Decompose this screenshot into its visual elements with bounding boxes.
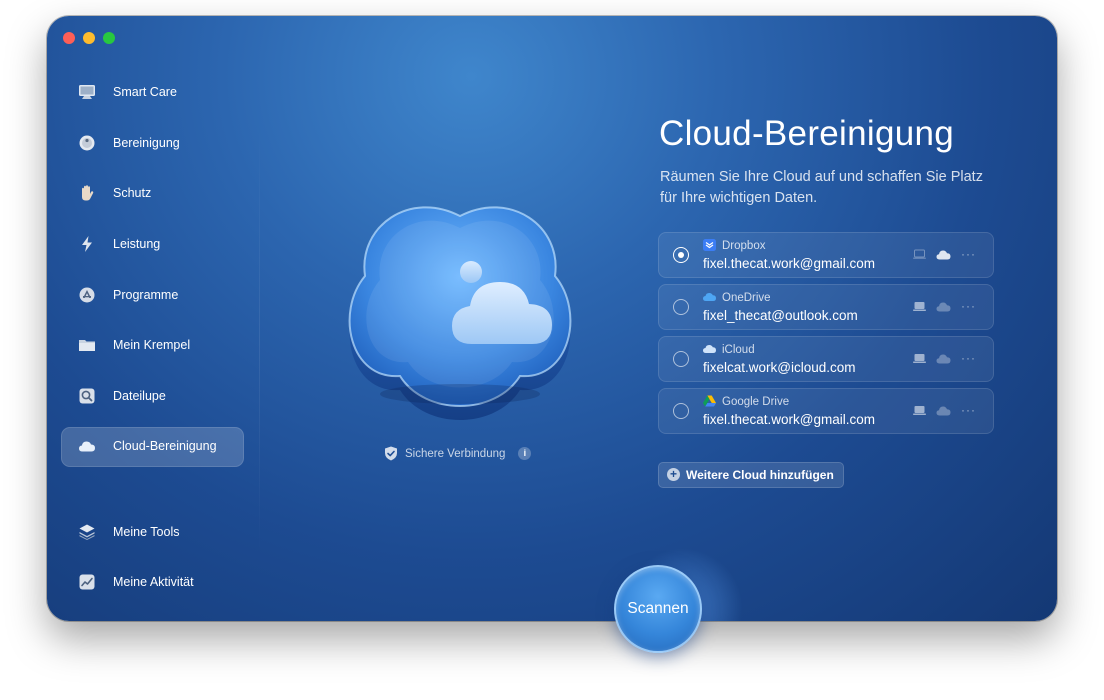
cloud-cleanup-illustration [348, 206, 572, 420]
more-options-icon[interactable]: ··· [961, 352, 976, 364]
dropbox-icon [703, 239, 716, 251]
account-row-dropbox[interactable]: Dropbox fixel.thecat.work@gmail.com ··· [658, 232, 994, 278]
account-row-google-drive[interactable]: Google Drive fixel.thecat.work@gmail.com… [658, 388, 994, 434]
cloud-storage-icon[interactable] [936, 353, 951, 364]
sidebar-item-label: Leistung [113, 237, 161, 251]
cloud-storage-icon[interactable] [936, 301, 951, 312]
account-email: fixelcat.work@icloud.com [703, 360, 856, 375]
cloud-storage-icon[interactable] [936, 405, 951, 416]
google-drive-icon [703, 395, 716, 407]
sidebar-item-smart-care[interactable]: Smart Care [61, 73, 244, 113]
account-row-icloud[interactable]: iCloud fixelcat.work@icloud.com ··· [658, 336, 994, 382]
account-radio[interactable] [673, 299, 689, 315]
disk-icon [79, 135, 95, 151]
service-name: iCloud [722, 344, 755, 356]
account-email: fixel.thecat.work@gmail.com [703, 256, 876, 271]
row-actions: ··· [913, 352, 976, 364]
onedrive-icon [703, 293, 716, 301]
scan-button[interactable]: Scannen [614, 565, 702, 653]
layers-icon [79, 524, 95, 540]
lightning-icon [82, 236, 92, 252]
service-name: Google Drive [722, 396, 790, 408]
sidebar-item-cloud-bereinigung[interactable]: Cloud-Bereinigung [61, 427, 244, 467]
add-cloud-label: Weitere Cloud hinzufügen [686, 468, 834, 482]
more-options-icon[interactable]: ··· [961, 300, 976, 312]
account-email: fixel.thecat.work@gmail.com [703, 412, 876, 427]
shield-check-icon [385, 446, 397, 461]
local-storage-icon[interactable] [913, 300, 926, 312]
sidebar-item-bereinigung[interactable]: Bereinigung [61, 124, 244, 164]
sidebar-item-label: Bereinigung [113, 136, 180, 150]
row-actions: ··· [913, 300, 976, 312]
icloud-icon [703, 345, 716, 353]
info-icon[interactable]: i [518, 447, 532, 460]
local-storage-icon[interactable] [913, 352, 926, 364]
account-radio[interactable] [673, 351, 689, 367]
sidebar-item-label: Dateilupe [113, 389, 166, 403]
sidebar-item-leistung[interactable]: Leistung [61, 225, 244, 265]
sidebar-item-dateilupe[interactable]: Dateilupe [61, 377, 244, 417]
sidebar-item-schutz[interactable]: Schutz [61, 174, 244, 214]
more-options-icon[interactable]: ··· [961, 248, 976, 260]
local-storage-icon[interactable] [913, 404, 926, 416]
row-actions: ··· [913, 404, 976, 416]
monitor-icon [79, 85, 95, 99]
sidebar-item-label: Programme [113, 288, 179, 302]
sidebar-item-label: Cloud-Bereinigung [113, 439, 217, 453]
account-email: fixel_thecat@outlook.com [703, 308, 858, 323]
add-cloud-button[interactable]: + Weitere Cloud hinzufügen [658, 462, 844, 488]
sidebar-item-meine-tools[interactable]: Meine Tools [61, 513, 244, 553]
sidebar-item-label: Smart Care [113, 85, 177, 99]
service-name: OneDrive [722, 292, 771, 304]
sidebar-item-label: Meine Aktivität [113, 575, 194, 589]
row-actions: ··· [913, 248, 976, 260]
more-options-icon[interactable]: ··· [961, 404, 976, 416]
apps-icon [79, 287, 95, 303]
activity-chart-icon [79, 574, 95, 590]
sidebar-item-label: Schutz [113, 186, 152, 200]
sidebar-item-meine-aktivitaet[interactable]: Meine Aktivität [61, 563, 244, 603]
account-radio[interactable] [673, 403, 689, 419]
sidebar-item-label: Meine Tools [113, 525, 180, 539]
sidebar-item-label: Mein Krempel [113, 338, 191, 352]
account-row-onedrive[interactable]: OneDrive fixel_thecat@outlook.com ··· [658, 284, 994, 330]
sidebar-item-mein-krempel[interactable]: Mein Krempel [61, 326, 244, 366]
magnifier-icon [79, 388, 95, 404]
secure-connection: Sichere Verbindung i [384, 446, 532, 461]
page-title: Cloud-Bereinigung [659, 114, 955, 153]
account-radio[interactable] [673, 247, 689, 263]
page-subtitle: Räumen Sie Ihre Cloud auf und schaffen S… [660, 169, 983, 206]
sidebar: Smart Care Bereinigung Schutz Leistung P… [47, 16, 259, 621]
plus-icon: + [667, 468, 680, 481]
folder-icon [79, 340, 95, 351]
cloud-icon [79, 441, 95, 452]
sidebar-item-programme[interactable]: Programme [61, 276, 244, 316]
app-window: Smart Care Bereinigung Schutz Leistung P… [47, 16, 1057, 621]
secure-connection-label: Sichere Verbindung [405, 447, 506, 460]
cloud-storage-icon[interactable] [936, 249, 951, 260]
service-name: Dropbox [722, 240, 766, 252]
sidebar-divider [259, 126, 260, 556]
hand-icon [82, 185, 94, 201]
local-storage-icon[interactable] [913, 248, 926, 260]
